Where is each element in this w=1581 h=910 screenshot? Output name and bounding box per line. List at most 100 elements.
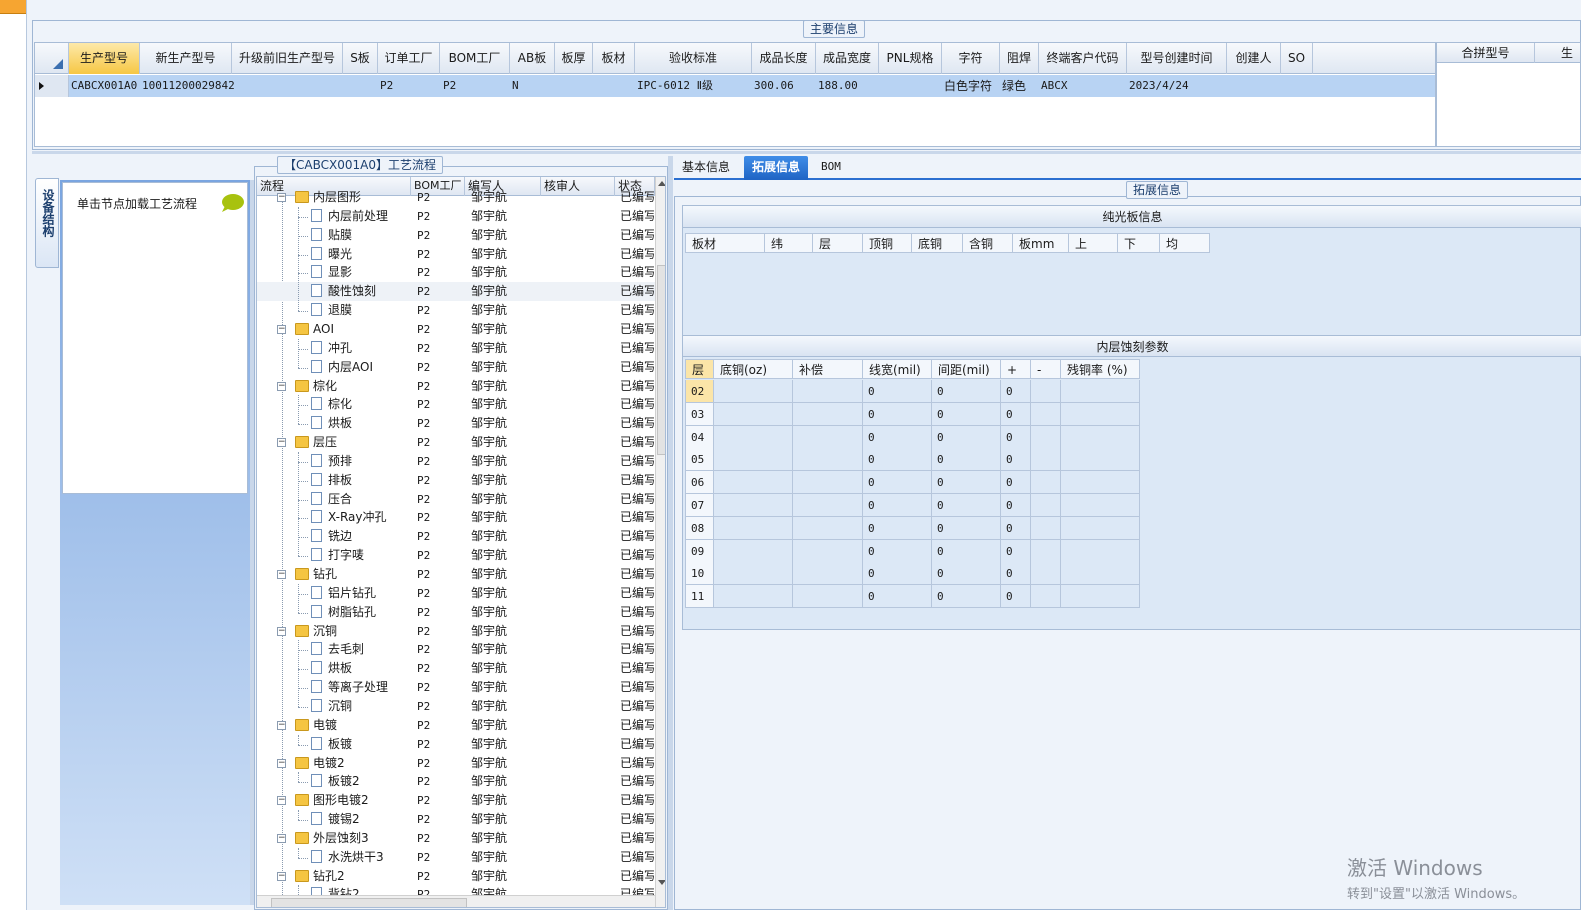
etch-col-3[interactable]: 线宽(mil)	[863, 359, 932, 379]
etch-layer-cell[interactable]: 11	[685, 585, 714, 609]
etch-layer-cell[interactable]: 10	[685, 562, 714, 586]
bare-col-9[interactable]: 均	[1160, 233, 1210, 253]
etch-cell[interactable]	[1031, 539, 1061, 563]
etch-cell[interactable]	[714, 402, 793, 426]
etch-cell[interactable]	[793, 448, 863, 472]
etch-cell[interactable]	[1031, 516, 1061, 540]
etch-layer-cell[interactable]: 02	[685, 380, 714, 403]
main-col-5[interactable]: BOM工厂	[440, 43, 510, 74]
etch-cell[interactable]	[793, 402, 863, 426]
etch-cell[interactable]	[793, 562, 863, 586]
bare-col-5[interactable]: 含铜	[963, 233, 1013, 253]
col-merge-model[interactable]: 合拼型号	[1437, 43, 1535, 63]
etch-cell[interactable]: 0	[932, 425, 1001, 449]
horizontal-splitter[interactable]	[32, 151, 1581, 154]
app-menu-button[interactable]	[0, 0, 26, 14]
etch-cell[interactable]: 0	[1001, 516, 1031, 540]
main-col-13[interactable]: 字符	[942, 43, 1000, 74]
tree-row[interactable]: 铝片钻孔 P2 邹宇航 已编写	[257, 584, 655, 603]
etch-cell[interactable]: 0	[863, 471, 932, 495]
etch-cell[interactable]	[714, 562, 793, 586]
etch-cell[interactable]	[1031, 562, 1061, 586]
process-vertical-scrollbar[interactable]	[655, 177, 665, 907]
etch-cell[interactable]: 0	[863, 425, 932, 449]
tree-row[interactable]: 内层图形 P2 邹宇航 已编写	[257, 188, 655, 207]
etch-cell[interactable]: 0	[932, 448, 1001, 472]
main-col-3[interactable]: S板	[343, 43, 378, 74]
etch-col-1[interactable]: 底铜(oz)	[714, 359, 793, 379]
tree-row[interactable]: 曝光 P2 邹宇航 已编写	[257, 245, 655, 264]
middle-splitter[interactable]	[668, 156, 673, 910]
etch-col-2[interactable]: 补偿	[793, 359, 863, 379]
main-col-11[interactable]: 成品宽度	[816, 43, 879, 74]
main-col-8[interactable]: 板材	[593, 43, 635, 74]
bare-col-1[interactable]: 纬	[765, 233, 813, 253]
scroll-down-icon[interactable]	[658, 880, 665, 885]
process-horizontal-scrollbar[interactable]	[257, 895, 655, 907]
etch-cell[interactable]: 0	[1001, 380, 1031, 403]
etch-cell[interactable]	[714, 425, 793, 449]
etch-cell[interactable]: 0	[1001, 471, 1031, 495]
tab-extended-info[interactable]: 拓展信息	[744, 156, 809, 180]
etch-cell[interactable]: 0	[863, 562, 932, 586]
etch-layer-cell[interactable]: 04	[685, 425, 714, 449]
h-scroll-thumb[interactable]	[271, 898, 467, 907]
etch-cell[interactable]	[1061, 425, 1140, 449]
bare-col-6[interactable]: 板mm	[1013, 233, 1069, 253]
etch-col-0[interactable]: 层	[685, 359, 714, 379]
tree-row[interactable]: 压合 P2 邹宇航 已编写	[257, 490, 655, 509]
main-cell-9[interactable]: 绿色	[1000, 75, 1026, 97]
etch-cell[interactable]	[1031, 494, 1061, 517]
main-cell-4[interactable]: N	[510, 75, 519, 97]
etch-cell[interactable]: 0	[863, 448, 932, 472]
tree-row[interactable]: 板镀2 P2 邹宇航 已编写	[257, 772, 655, 791]
main-cell-6[interactable]: 300.06	[752, 75, 794, 97]
etch-cell[interactable]: 0	[863, 516, 932, 540]
grid-corner[interactable]	[35, 43, 69, 74]
etch-layer-cell[interactable]: 08	[685, 516, 714, 540]
main-cell-8[interactable]: 白色字符	[942, 75, 992, 97]
tree-row[interactable]: 酸性蚀刻 P2 邹宇航 已编写	[257, 282, 655, 302]
tab-basic-info[interactable]: 基本信息	[674, 156, 738, 180]
tree-row[interactable]: 钻孔 P2 邹宇航 已编写	[257, 565, 655, 584]
main-col-18[interactable]: SO	[1281, 43, 1313, 74]
col-truncated[interactable]: 生	[1535, 43, 1581, 63]
etch-cell[interactable]: 0	[1001, 539, 1031, 563]
etch-cell[interactable]	[714, 380, 793, 403]
etch-col-5[interactable]: +	[1001, 359, 1031, 379]
tab-equipment-structure[interactable]: 设备结构	[35, 178, 59, 268]
tree-row[interactable]: 显影 P2 邹宇航 已编写	[257, 263, 655, 282]
tree-row[interactable]: 打字唛 P2 邹宇航 已编写	[257, 546, 655, 565]
etch-cell[interactable]: 0	[1001, 448, 1031, 472]
etch-cell[interactable]: 0	[1001, 585, 1031, 609]
etch-layer-cell[interactable]: 06	[685, 471, 714, 495]
tree-row[interactable]: 水洗烘干3 P2 邹宇航 已编写	[257, 848, 655, 867]
tree-row[interactable]: 电镀 P2 邹宇航 已编写	[257, 716, 655, 735]
etch-cell[interactable]: 0	[863, 380, 932, 403]
etch-cell[interactable]	[1031, 380, 1061, 403]
etch-cell[interactable]	[714, 516, 793, 540]
tree-row[interactable]: 钻孔2 P2 邹宇航 已编写	[257, 867, 655, 886]
etch-cell[interactable]	[714, 585, 793, 609]
etch-cell[interactable]: 0	[863, 585, 932, 609]
tree-row[interactable]: 外层蚀刻3 P2 邹宇航 已编写	[257, 829, 655, 848]
equipment-tree[interactable]: 单击节点加载工艺流程	[62, 182, 248, 494]
main-cell-1[interactable]: 10011200029842	[140, 75, 235, 97]
main-cell-2[interactable]: P2	[378, 75, 393, 97]
etch-col-7[interactable]: 残铜率 (%)	[1061, 359, 1140, 379]
bare-col-4[interactable]: 底铜	[912, 233, 963, 253]
etch-cell[interactable]: 0	[932, 380, 1001, 403]
tree-row[interactable]: 内层AOI P2 邹宇航 已编写	[257, 358, 655, 377]
selected-row[interactable]	[35, 75, 1435, 97]
main-col-9[interactable]: 验收标准	[635, 43, 752, 74]
main-cell-0[interactable]: CABCX001A0	[69, 75, 137, 97]
main-cell-3[interactable]: P2	[441, 75, 456, 97]
tree-row[interactable]: X-Ray冲孔 P2 邹宇航 已编写	[257, 508, 655, 527]
main-col-16[interactable]: 型号创建时间	[1127, 43, 1227, 74]
etch-cell[interactable]	[1031, 471, 1061, 495]
main-col-7[interactable]: 板厚	[555, 43, 593, 74]
etch-cell[interactable]	[1031, 402, 1061, 426]
main-col-10[interactable]: 成品长度	[752, 43, 816, 74]
tree-row[interactable]: 棕化 P2 邹宇航 已编写	[257, 377, 655, 396]
etch-cell[interactable]	[1061, 516, 1140, 540]
